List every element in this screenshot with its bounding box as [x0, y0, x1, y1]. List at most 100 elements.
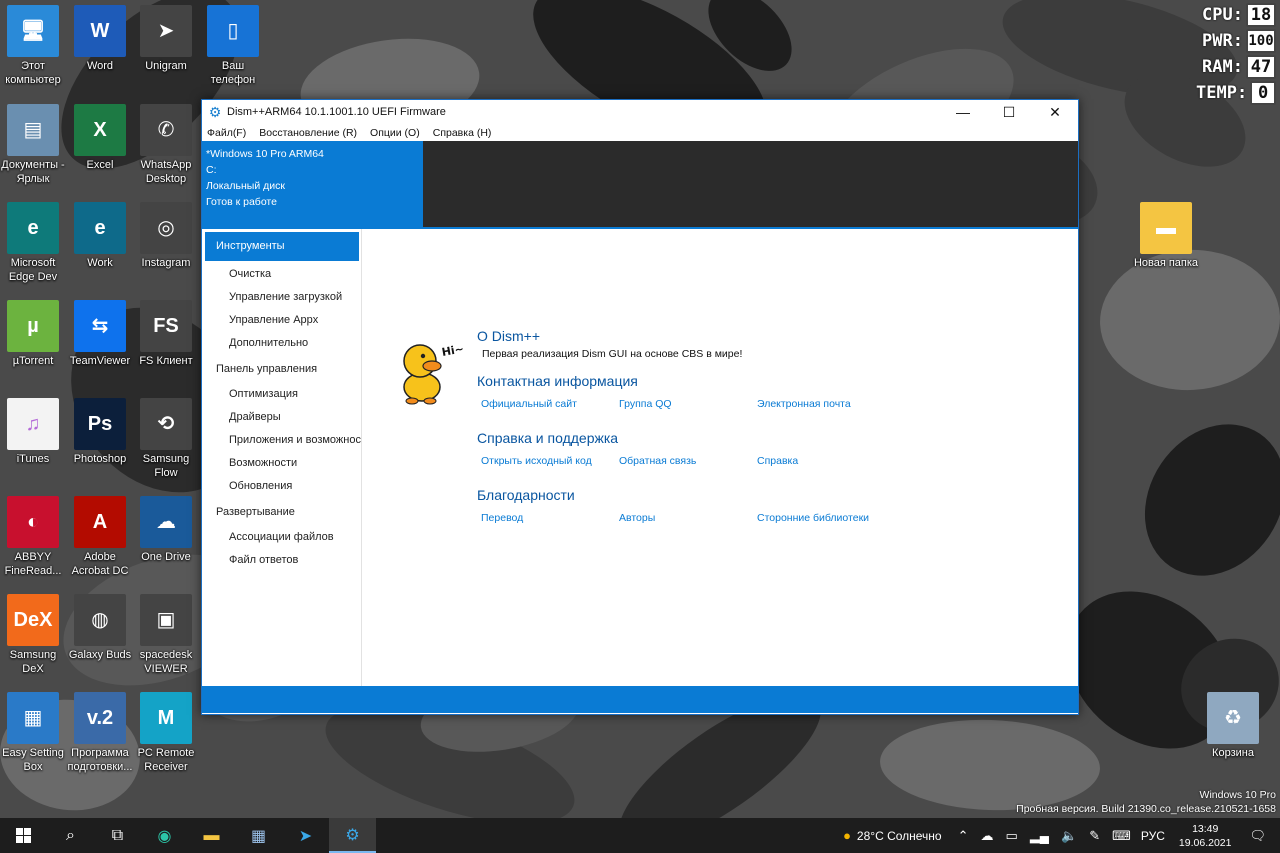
thanks-title: Благодарности	[477, 487, 575, 503]
desktop-icon[interactable]: ◐ ABBYY FineRead...	[0, 496, 66, 578]
taskbar: ⌕ ⧉ ◉ ▬ ▦ ➤ ⚙ ● 28°C Солнечно ⌃ ☁ ▭ ▂▄ 🔈…	[0, 818, 1280, 853]
app-icon: ▣	[140, 594, 192, 646]
desktop-icon-label: Instagram	[141, 257, 191, 269]
desktop-icon[interactable]: 🖥 Этот компьютер	[0, 5, 66, 87]
desktop-icon[interactable]: X Excel	[67, 104, 133, 172]
desktop-icon[interactable]: e Work	[67, 202, 133, 270]
app-icon: ▬	[1140, 202, 1192, 254]
title-bar[interactable]: ⚙ Dism++ARM64 10.1.1001.10 UEFI Firmware…	[202, 100, 1078, 124]
sidebar-group-deploy[interactable]: Развертывание	[202, 501, 361, 524]
monitor-label: CPU:	[1202, 5, 1243, 25]
sidebar-item-optimization[interactable]: Оптимизация	[202, 383, 361, 406]
link-authors[interactable]: Авторы	[619, 512, 655, 524]
desktop-icon[interactable]: ◍ Galaxy Buds	[67, 594, 133, 662]
desktop-icon[interactable]: ▤ Документы - Ярлык	[0, 104, 66, 186]
system-monitor-widget: CPU: 18 PWR: 100 RAM: 47 TEMP: 0	[1196, 2, 1276, 106]
language-indicator[interactable]: РУС	[1141, 829, 1165, 843]
menu-help[interactable]: Справка (H)	[433, 127, 492, 139]
taskbar-telegram[interactable]: ➤	[282, 818, 329, 853]
desktop-icon[interactable]: v.2 Программа подготовки...	[67, 692, 133, 774]
pen-icon[interactable]: ✎	[1089, 828, 1100, 844]
link-help[interactable]: Справка	[757, 455, 798, 467]
desktop-icon[interactable]: ▬ Новая папка	[1133, 202, 1199, 270]
desktop-icon[interactable]: ⇆ TeamViewer	[67, 300, 133, 368]
sidebar-item-advanced[interactable]: Дополнительно	[202, 332, 361, 355]
signal-icon[interactable]: ▂▄	[1030, 828, 1049, 844]
task-view-button[interactable]: ⧉	[94, 818, 141, 853]
app-icon: ✆	[140, 104, 192, 156]
monitor-row: CPU: 18	[1196, 2, 1276, 28]
close-button[interactable]: ✕	[1032, 100, 1078, 124]
app-icon: ▦	[7, 692, 59, 744]
maximize-button[interactable]: ☐	[986, 100, 1032, 124]
desktop-icon[interactable]: ♫ iTunes	[0, 398, 66, 466]
desktop-icon[interactable]: A Adobe Acrobat DC	[67, 496, 133, 578]
menu-options[interactable]: Опции (O)	[370, 127, 420, 139]
desktop-icon[interactable]: ◎ Instagram	[133, 202, 199, 270]
link-qq-group[interactable]: Группа QQ	[619, 398, 672, 410]
desktop-icon[interactable]: ▦ Easy Setting Box	[0, 692, 66, 774]
link-third-party[interactable]: Сторонние библиотеки	[757, 512, 869, 524]
sidebar-item-apps[interactable]: Приложения и возможности	[202, 429, 361, 452]
desktop-icon[interactable]: ✆ WhatsApp Desktop	[133, 104, 199, 186]
desktop-icon[interactable]: µ µTorrent	[0, 300, 66, 368]
link-email[interactable]: Электронная почта	[757, 398, 851, 410]
chevron-up-icon[interactable]: ⌃	[958, 828, 969, 844]
monitor-value: 0	[1250, 81, 1276, 105]
app-icon: DeX	[7, 594, 59, 646]
menu-restore[interactable]: Восстановление (R)	[259, 127, 357, 139]
link-feedback[interactable]: Обратная связь	[619, 455, 696, 467]
sidebar-item-cleanup[interactable]: Очистка	[202, 263, 361, 286]
desktop-icon[interactable]: W Word	[67, 5, 133, 73]
sidebar-item-tools[interactable]: Инструменты	[205, 232, 359, 261]
sidebar-item-file-associations[interactable]: Ассоциации файлов	[202, 526, 361, 549]
onedrive-icon[interactable]: ☁	[981, 828, 994, 844]
edge-dev-icon: ◉	[157, 827, 172, 845]
desktop-icon[interactable]: e Microsoft Edge Dev	[0, 202, 66, 284]
start-button[interactable]	[0, 818, 47, 853]
taskbar-explorer[interactable]: ▬	[188, 818, 235, 853]
link-open-source[interactable]: Открыть исходный код	[481, 455, 592, 467]
keyboard-icon[interactable]: ⌨	[1112, 828, 1131, 844]
volume-icon[interactable]: 🔈	[1061, 828, 1077, 844]
sidebar-item-answer-file[interactable]: Файл ответов	[202, 549, 361, 572]
app-icon: µ	[7, 300, 59, 352]
taskbar-dism[interactable]: ⚙	[329, 818, 376, 853]
sidebar-item-drivers[interactable]: Драйверы	[202, 406, 361, 429]
desktop-icon[interactable]: DeX Samsung DeX	[0, 594, 66, 676]
link-official-site[interactable]: Официальный сайт	[481, 398, 577, 410]
desktop-icon[interactable]: Ps Photoshop	[67, 398, 133, 466]
sidebar-item-boot[interactable]: Управление загрузкой	[202, 286, 361, 309]
calculator-icon: ▦	[250, 827, 267, 845]
gear-icon: ⚙	[208, 104, 222, 120]
monitor-value: 18	[1246, 3, 1276, 27]
battery-icon[interactable]: ▭	[1006, 828, 1018, 844]
taskbar-calculator[interactable]: ▦	[235, 818, 282, 853]
menu-file[interactable]: Файл(F)	[207, 127, 246, 139]
desktop-icon[interactable]: ♻ Корзина	[1200, 692, 1266, 760]
menu-bar: Файл(F) Восстановление (R) Опции (O) Спр…	[202, 124, 1078, 141]
desktop-icon[interactable]: ▯ Ваш телефон	[200, 5, 266, 87]
desktop-icon[interactable]: ➤ Unigram	[133, 5, 199, 73]
image-card[interactable]: *Windows 10 Pro ARM64 C: Локальный диск …	[202, 141, 423, 227]
desktop-icon[interactable]: M PC Remote Receiver	[133, 692, 199, 774]
sidebar-group-control-panel[interactable]: Панель управления	[202, 358, 361, 381]
duck-mascot-icon: Hi~	[403, 342, 464, 405]
weather-text[interactable]: 28°C Солнечно	[857, 829, 942, 843]
sidebar-item-appx[interactable]: Управление Appx	[202, 309, 361, 332]
search-button[interactable]: ⌕	[47, 818, 94, 853]
minimize-button[interactable]: —	[940, 100, 986, 124]
desktop-icon[interactable]: FS FS Клиент	[133, 300, 199, 368]
desktop-icon[interactable]: ⟲ Samsung Flow	[133, 398, 199, 480]
desktop-icon[interactable]: ☁ One Drive	[133, 496, 199, 564]
link-translation[interactable]: Перевод	[481, 512, 523, 524]
monitor-row: RAM: 47	[1196, 54, 1276, 80]
clock[interactable]: 13:49 19.06.2021	[1179, 822, 1232, 850]
desktop-icon-label: PC Remote Receiver	[137, 747, 195, 773]
app-icon: ♫	[7, 398, 59, 450]
sidebar-item-updates[interactable]: Обновления	[202, 475, 361, 498]
sidebar-item-features[interactable]: Возможности	[202, 452, 361, 475]
taskbar-edge-dev[interactable]: ◉	[141, 818, 188, 853]
notification-icon[interactable]: 🗨	[1249, 828, 1266, 844]
desktop-icon[interactable]: ▣ spacedesk VIEWER	[133, 594, 199, 676]
